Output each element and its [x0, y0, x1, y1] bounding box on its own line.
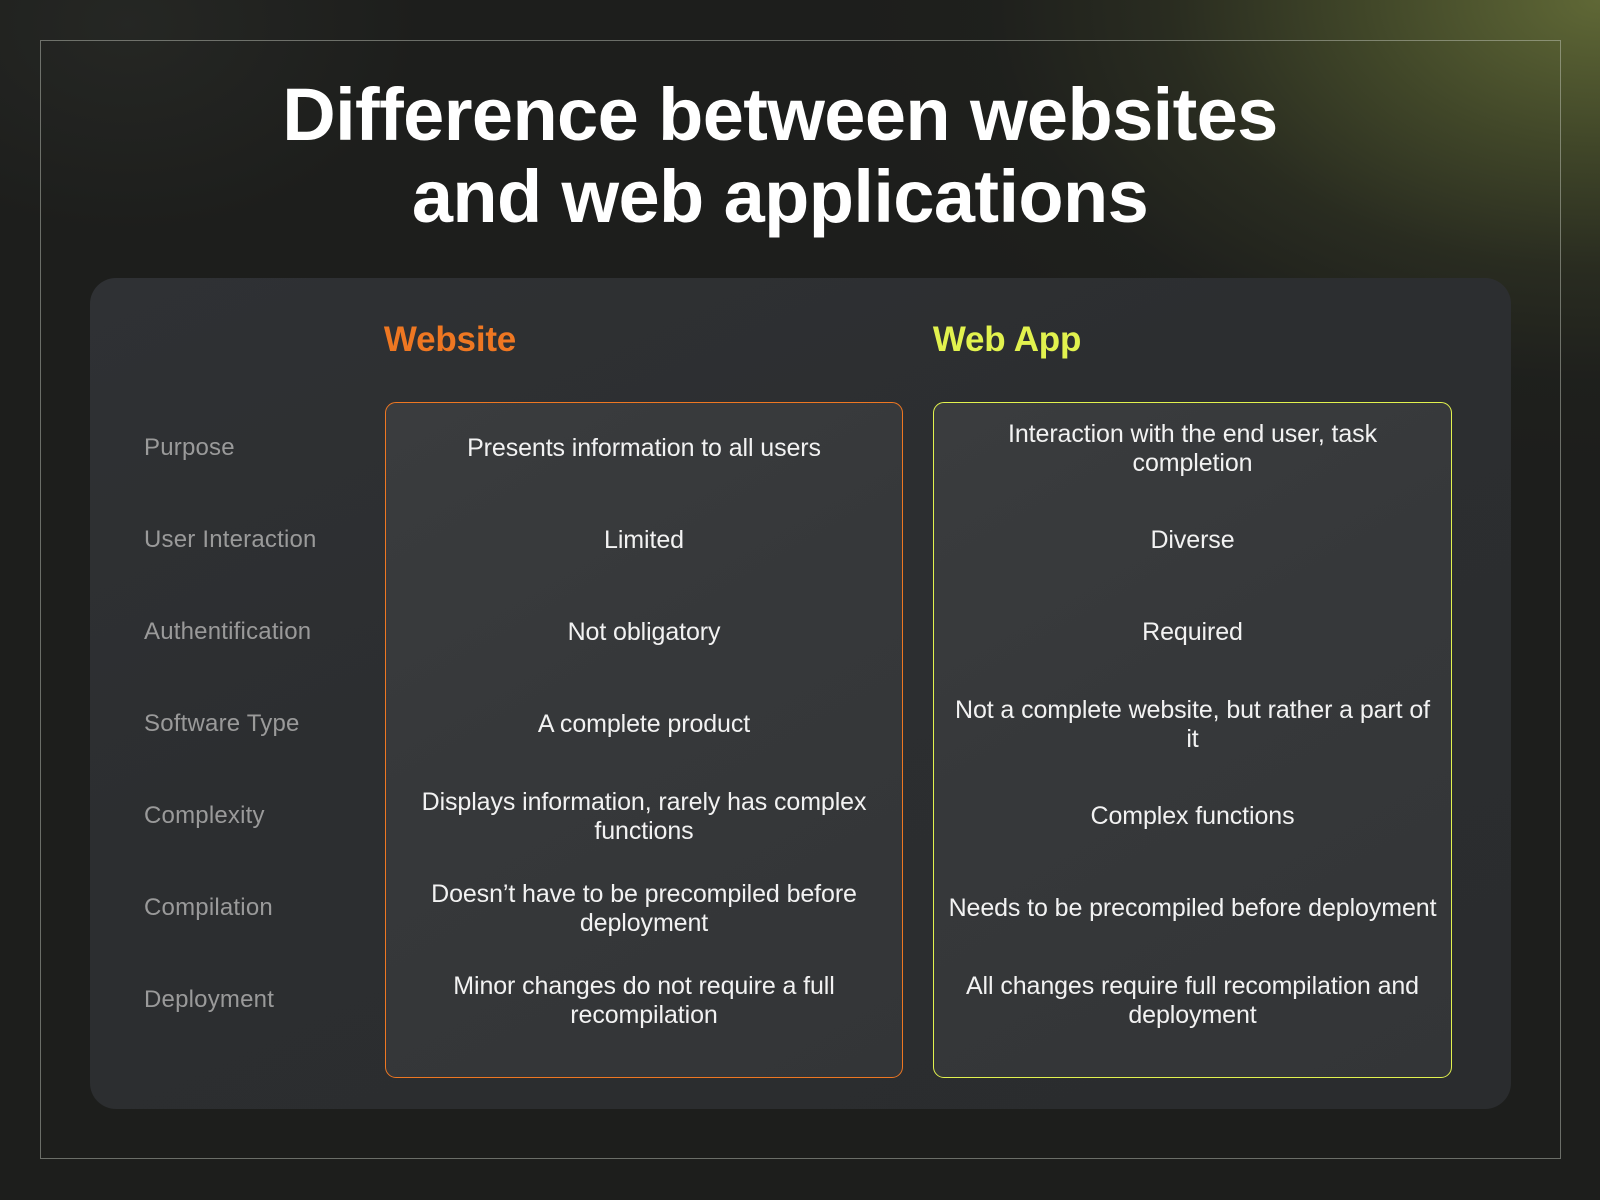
cell-website-user-interaction: Limited — [604, 526, 684, 555]
cell-webapp-user-interaction: Diverse — [1150, 526, 1235, 555]
row-label-purpose: Purpose — [144, 434, 235, 461]
row-label-column: Purpose User Interaction Authentificatio… — [144, 402, 384, 1046]
row-label-complexity: Complexity — [144, 802, 265, 829]
page-title-line-2: and web applications — [411, 155, 1149, 239]
row-label-compilation: Compilation — [144, 894, 273, 921]
row-label-authentification: Authentification — [144, 618, 312, 645]
cell-webapp-authentification: Required — [1142, 618, 1243, 647]
cell-website-deployment: Minor changes do not require a full reco… — [453, 971, 835, 1029]
column-header-webapp: Web App — [932, 320, 1082, 359]
cell-webapp-compilation: Needs to be precompiled before deploymen… — [948, 894, 1437, 923]
cell-website-complexity: Displays information, rarely has complex… — [421, 787, 867, 845]
cell-webapp-complexity: Complex functions — [1090, 802, 1295, 831]
page-title: Difference between websites and web appl… — [40, 73, 1520, 239]
infographic-stage: Difference between websites and web appl… — [0, 0, 1600, 1200]
cell-webapp-purpose: Interaction with the end user, task comp… — [1008, 419, 1377, 477]
comparison-panel: Website Web App Purpose User Interaction… — [90, 278, 1511, 1109]
cell-website-compilation: Doesn’t have to be precompiled before de… — [431, 879, 857, 937]
webapp-column-box: Interaction with the end user, task comp… — [933, 402, 1452, 1078]
cell-website-authentification: Not obligatory — [567, 618, 721, 647]
cell-website-purpose: Presents information to all users — [467, 434, 821, 463]
row-label-user-interaction: User Interaction — [144, 526, 317, 553]
cell-website-software-type: A complete product — [537, 710, 751, 739]
cell-webapp-software-type: Not a complete website, but rather a par… — [954, 695, 1431, 753]
column-header-website: Website — [383, 320, 517, 359]
website-column-box: Presents information to all users Limite… — [385, 402, 903, 1078]
cell-webapp-deployment: All changes require full recompilation a… — [965, 971, 1419, 1029]
row-label-software-type: Software Type — [144, 710, 300, 737]
page-title-line-1: Difference between websites — [282, 73, 1278, 156]
row-label-deployment: Deployment — [144, 986, 275, 1013]
